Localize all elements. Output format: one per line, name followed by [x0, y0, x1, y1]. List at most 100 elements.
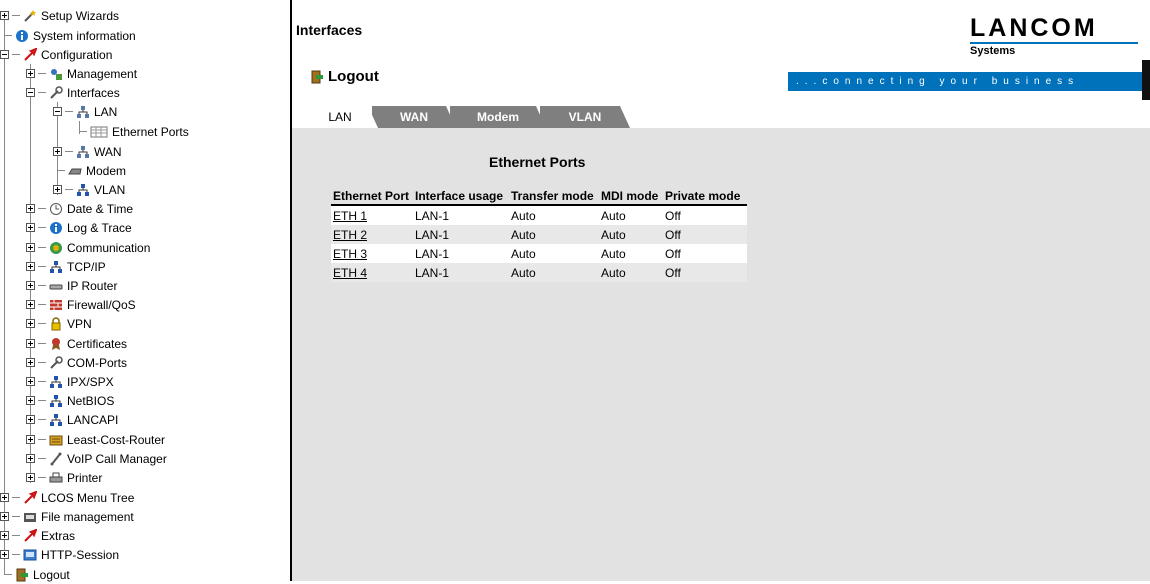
expand-toggle[interactable] [26, 300, 35, 309]
column-header: Interface usage [413, 187, 509, 206]
navigation-tree: Setup Wizards System information Configu… [0, 0, 289, 584]
table-icon [90, 125, 108, 139]
tree-item-firewall-qos[interactable]: Firewall/QoS [26, 295, 136, 314]
tree-item-date-time[interactable]: Date & Time [26, 199, 133, 218]
tree-item-ip-router[interactable]: IP Router [26, 276, 117, 295]
tree-item-system-information[interactable]: System information [4, 26, 136, 45]
expand-toggle[interactable] [26, 223, 35, 232]
session-icon [23, 548, 37, 562]
expand-toggle[interactable] [0, 493, 9, 502]
tree-item-file-management[interactable]: File management [0, 507, 134, 526]
tree-item-certificates[interactable]: Certificates [26, 334, 127, 353]
expand-toggle[interactable] [26, 262, 35, 271]
expand-toggle[interactable] [0, 512, 9, 521]
file-management-icon [23, 510, 37, 524]
ethernet-ports-table: Ethernet Port Interface usage Transfer m… [331, 187, 747, 282]
tagline-banner: ...connecting your business [788, 72, 1142, 91]
tree-item-wan[interactable]: WAN [53, 142, 122, 161]
tree-item-lancapi[interactable]: LANCAPI [26, 410, 118, 429]
expand-toggle[interactable] [53, 185, 62, 194]
tree-item-extras[interactable]: Extras [0, 526, 75, 545]
tab-modem[interactable]: Modem [450, 106, 546, 128]
tree-item-configuration[interactable]: Configuration [0, 45, 112, 64]
column-header: Transfer mode [509, 187, 599, 206]
router-cost-icon [49, 433, 63, 447]
port-link[interactable]: ETH 1 [333, 209, 367, 223]
tree-item-http-session[interactable]: HTTP-Session [0, 545, 119, 564]
tree-item-lan[interactable]: LAN [53, 102, 117, 121]
table-cell: LAN-1 [413, 244, 509, 263]
tree-item-interfaces[interactable]: Interfaces [26, 83, 120, 102]
column-header: MDI mode [599, 187, 663, 206]
expand-toggle[interactable] [26, 435, 35, 444]
certificate-icon [49, 337, 63, 351]
tree-item-printer[interactable]: Printer [26, 468, 102, 487]
expand-toggle[interactable] [26, 281, 35, 290]
tree-item-lcos-menu-tree[interactable]: LCOS Menu Tree [0, 488, 134, 507]
tree-item-voip-call-manager[interactable]: VoIP Call Manager [26, 449, 167, 468]
tree-item-setup-wizards[interactable]: Setup Wizards [0, 6, 119, 25]
expand-toggle[interactable] [26, 454, 35, 463]
clock-icon [49, 202, 63, 216]
tree-item-communication[interactable]: Communication [26, 238, 150, 257]
tree-item-tcp-ip[interactable]: TCP/IP [26, 257, 106, 276]
page-title: Interfaces [296, 22, 363, 38]
tree-item-vpn[interactable]: VPN [26, 314, 92, 333]
table-cell: Auto [599, 225, 663, 244]
tree-item-com-ports[interactable]: COM-Ports [26, 353, 127, 372]
network-icon [49, 375, 63, 389]
expand-toggle[interactable] [26, 243, 35, 252]
table-header-row: Ethernet Port Interface usage Transfer m… [331, 187, 747, 206]
table-cell: Off [663, 244, 747, 263]
expand-toggle[interactable] [26, 415, 35, 424]
content-area: Ethernet Ports Ethernet Port Interface u… [292, 128, 1150, 581]
tree-item-logout[interactable]: Logout [4, 565, 70, 584]
red-arrow-icon [23, 47, 37, 62]
port-link[interactable]: ETH 4 [333, 266, 367, 280]
tab-vlan[interactable]: VLAN [540, 106, 630, 128]
collapse-toggle[interactable] [26, 88, 35, 97]
tree-item-modem[interactable]: Modem [57, 161, 126, 180]
table-cell: LAN-1 [413, 205, 509, 225]
expand-toggle[interactable] [26, 377, 35, 386]
logo-text: LANCOM [970, 14, 1098, 42]
collapse-toggle[interactable] [53, 107, 62, 116]
red-arrow-icon [23, 490, 37, 505]
expand-toggle[interactable] [0, 550, 9, 559]
tab-lan[interactable]: LAN [302, 106, 378, 128]
section-title: Ethernet Ports [489, 154, 586, 170]
table-cell: Off [663, 205, 747, 225]
table-cell: Auto [599, 263, 663, 282]
expand-toggle[interactable] [26, 358, 35, 367]
expand-toggle[interactable] [26, 69, 35, 78]
expand-toggle[interactable] [0, 531, 9, 540]
printer-icon [49, 471, 63, 485]
collapse-toggle[interactable] [0, 50, 9, 59]
expand-toggle[interactable] [26, 339, 35, 348]
tree-item-vlan[interactable]: VLAN [53, 180, 125, 199]
tree-item-least-cost-router[interactable]: Least-Cost-Router [26, 430, 165, 449]
wand-icon [23, 9, 37, 23]
lancom-logo: LANCOM Systems [970, 15, 1138, 57]
tab-wan[interactable]: WAN [372, 106, 456, 128]
expand-toggle[interactable] [26, 204, 35, 213]
expand-toggle[interactable] [26, 319, 35, 328]
port-link[interactable]: ETH 2 [333, 228, 367, 242]
table-row: ETH 1 LAN-1 Auto Auto Off [331, 205, 747, 225]
lan-icon [76, 105, 90, 119]
tree-item-management[interactable]: Management [26, 64, 137, 83]
port-link[interactable]: ETH 3 [333, 247, 367, 261]
expand-toggle[interactable] [26, 396, 35, 405]
tree-item-ethernet-ports[interactable]: Ethernet Ports [79, 122, 189, 141]
table-row: ETH 3 LAN-1 Auto Auto Off [331, 244, 747, 263]
logout-link[interactable]: Logout [310, 68, 379, 85]
expand-toggle[interactable] [26, 473, 35, 482]
expand-toggle[interactable] [0, 11, 9, 20]
tree-item-ipx-spx[interactable]: IPX/SPX [26, 372, 114, 391]
expand-toggle[interactable] [53, 147, 62, 156]
logout-icon [15, 568, 29, 582]
tree-item-netbios[interactable]: NetBIOS [26, 391, 114, 410]
tree-item-log-trace[interactable]: Log & Trace [26, 218, 132, 237]
table-row: ETH 4 LAN-1 Auto Auto Off [331, 263, 747, 282]
communication-icon [49, 241, 63, 255]
